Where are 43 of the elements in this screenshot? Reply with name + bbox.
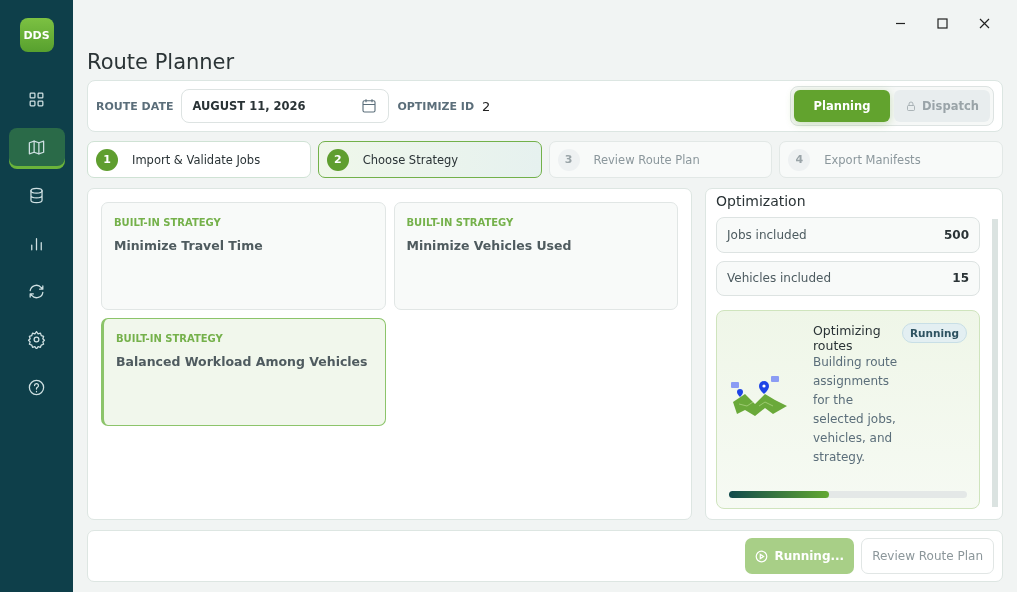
close-icon [978, 17, 990, 29]
panel-title: Optimization [716, 193, 807, 209]
route-date-label: ROUTE DATE [96, 99, 174, 113]
maximize-icon [936, 17, 948, 29]
strategy-tag: BUILT-IN STRATEGY [114, 217, 221, 228]
strategy-name: Minimize Vehicles Used [406, 238, 572, 253]
step-label: Review Route Plan [593, 152, 700, 167]
step-label: Export Manifests [824, 152, 921, 167]
strategy-name: Minimize Travel Time [114, 238, 263, 253]
step-number: 2 [326, 148, 349, 171]
stat-label: Vehicles included [727, 271, 832, 286]
date-field[interactable]: AUGUST 11, 2026 [181, 89, 390, 123]
sidebar-item[interactable] [8, 128, 65, 166]
strategy-card[interactable]: BUILT-IN STRATEGY Balanced Workload Among Vehicles [101, 318, 386, 426]
optimize-id-label: OPTIMIZE ID [397, 99, 474, 113]
help-icon [27, 377, 46, 397]
stat-label: Jobs included [727, 227, 807, 242]
strategy-name: Balanced Workload Among Vehicles [116, 354, 368, 369]
step-number: 1 [96, 148, 118, 171]
app-logo: DDS [19, 18, 54, 52]
settings-icon [27, 329, 46, 349]
step-label: Choose Strategy [362, 152, 459, 167]
status-description: Building route assignments for the selected jobs, vehicles, and strategy. [813, 354, 899, 466]
step-tab[interactable]: 2 Choose Strategy [317, 141, 542, 178]
step-label: Import & Validate Jobs [132, 152, 261, 167]
database-icon [27, 185, 46, 205]
strategy-tag: BUILT-IN STRATEGY [406, 217, 514, 228]
strategy-card[interactable]: BUILT-IN STRATEGY Minimize Travel Time [101, 202, 386, 310]
play-icon [755, 549, 769, 563]
strategy-tag: BUILT-IN STRATEGY [116, 333, 223, 344]
lock-icon [905, 100, 918, 112]
status-badge: Running [901, 323, 967, 343]
strategy-card[interactable]: BUILT-IN STRATEGY Minimize Vehicles Used [393, 202, 678, 310]
scrollbar[interactable] [992, 219, 998, 507]
page-title: Route Planner [87, 50, 236, 74]
stat-value: 500 [943, 227, 969, 242]
step-number: 3 [557, 148, 580, 171]
stat-value: 15 [952, 271, 969, 286]
optimize-id-value: 2 [482, 98, 491, 114]
status-title: Optimizing routes [813, 323, 882, 353]
step-number: 4 [788, 148, 811, 171]
step-tab[interactable]: 1 Import & Validate Jobs [87, 141, 311, 178]
calendar-icon[interactable] [360, 97, 379, 115]
